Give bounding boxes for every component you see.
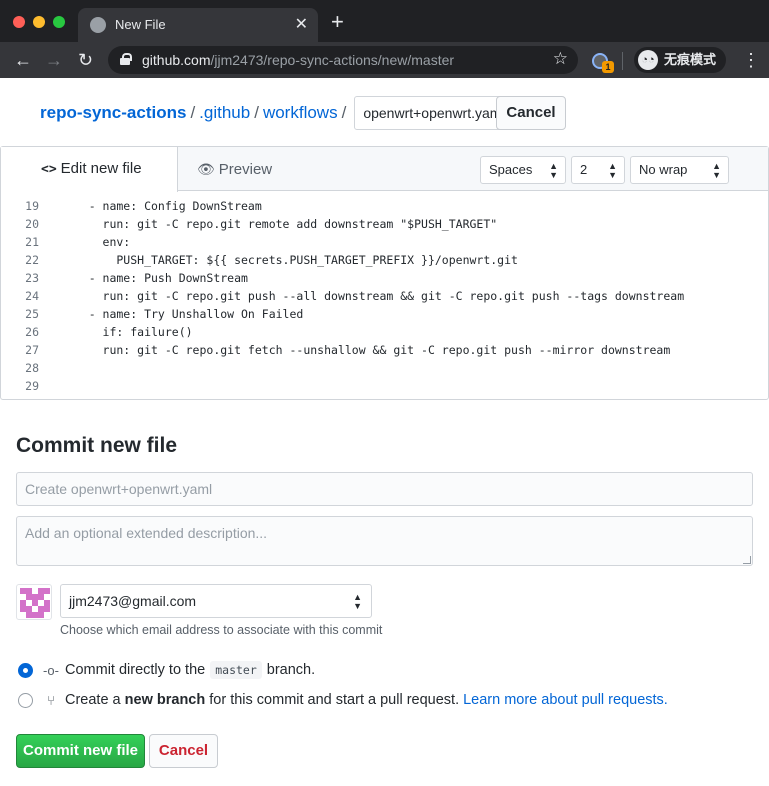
line-content[interactable]: run: git -C repo.git fetch --unshallow &… [39,341,671,359]
reload-icon[interactable]: ↻ [78,48,93,72]
cancel-edit-button[interactable]: Cancel [496,96,566,130]
breadcrumb-separator: / [341,103,347,122]
browser-tab-bar: New File ✕ + [0,0,769,42]
browser-menu-icon[interactable]: ⋮ [742,49,760,71]
line-content[interactable]: - name: Push DownStream [39,269,248,287]
close-tab-icon[interactable]: ✕ [295,14,308,34]
commit-new-file-button[interactable]: Commit new file [16,734,145,768]
indent-mode-select[interactable]: Spaces ▲ ▼ [480,156,566,184]
line-content[interactable]: run: git -C repo.git remote add downstre… [39,215,498,233]
code-line[interactable]: 19 - name: Config DownStream [1,197,768,215]
tab-edit-new-file[interactable]: <> Edit new file [1,147,178,192]
code-line[interactable]: 21 env: [1,233,768,251]
editor-header: <> Edit new file 👁 Preview Spaces ▲ ▼ 2 ▲ ▼ No… [1,147,768,192]
line-number: 20 [25,217,39,231]
line-content[interactable] [39,377,61,395]
line-content[interactable]: - name: Config DownStream [39,197,262,215]
line-content[interactable]: if: failure() [39,323,193,341]
new-branch-radio[interactable] [18,692,33,708]
commit-direct-option[interactable]: -o- Commit directly to the master branch… [18,659,315,681]
incognito-indicator[interactable]: ◔◔ 无痕模式 [634,47,727,73]
forward-arrow-icon[interactable]: → [45,48,63,72]
line-number: 27 [25,343,39,357]
learn-more-link[interactable]: Learn more about pull requests. [463,692,668,708]
line-number: 25 [25,307,39,321]
code-line[interactable]: 24 run: git -C repo.git push --all downs… [1,287,768,305]
code-line[interactable]: 27 run: git -C repo.git fetch --unshallo… [1,341,768,359]
address-bar[interactable]: github.com/jjm2473/repo-sync-actions/new… [108,46,578,74]
commit-description-input[interactable] [16,516,753,566]
eye-icon: 👁 [197,161,215,177]
branch-name-tag: master [210,661,262,679]
select-caret-icon: ▲ ▼ [608,161,617,180]
line-number: 28 [25,361,39,375]
email-note: Choose which email address to associate … [60,623,383,637]
line-number: 23 [25,271,39,285]
line-number: 24 [25,289,39,303]
github-favicon-icon [90,17,106,33]
code-line[interactable]: 28 [1,359,768,377]
code-area[interactable]: 19 - name: Config DownStream 20 run: git … [1,197,768,395]
breadcrumb-workflows-link[interactable]: workflows [263,103,338,123]
pull-request-icon: ⑂ [47,692,55,708]
incognito-icon: ◔◔ [638,50,658,70]
code-line[interactable]: 29 [1,377,768,395]
filename-input[interactable] [354,96,520,130]
email-select[interactable]: jjm2473@gmail.com ▲ ▼ [60,584,372,618]
tab-preview-label: Preview [218,161,273,178]
breadcrumb-repo-link[interactable]: repo-sync-actions [40,103,186,123]
incognito-label: 无痕模式 [664,52,717,67]
line-content[interactable] [39,359,61,377]
code-line[interactable]: 25 - name: Try Unshallow On Failed [1,305,768,323]
code-line[interactable]: 20 run: git -C repo.git remote add downs… [1,215,768,233]
close-window-button[interactable] [13,16,25,28]
select-caret-icon: ▲ ▼ [353,592,362,611]
code-icon: <> [41,162,57,177]
back-arrow-icon[interactable]: ← [14,48,32,72]
browser-toolbar: ← → ↻ github.com/jjm2473/repo-sync-actio… [0,42,769,78]
browser-tab[interactable]: New File ✕ [78,8,318,42]
lock-icon [120,53,132,65]
indent-size-select[interactable]: 2 ▲ ▼ [571,156,625,184]
breadcrumb: repo-sync-actions / .github / workflows … [40,96,520,130]
code-line[interactable]: 26 if: failure() [1,323,768,341]
line-number: 19 [25,199,39,213]
code-line[interactable]: 22 PUSH_TARGET: ${{ secrets.PUSH_TARGET_… [1,251,768,269]
commit-new-branch-option[interactable]: ⑂ Create a new branch for this commit an… [18,689,668,711]
maximize-window-button[interactable] [53,16,65,28]
minimize-window-button[interactable] [33,16,45,28]
line-number: 29 [25,379,39,393]
line-number: 26 [25,325,39,339]
textarea-resize-handle[interactable] [743,556,751,564]
breadcrumb-separator: / [190,103,196,122]
new-tab-button[interactable]: + [331,11,344,33]
toolbar-divider [622,52,623,70]
commit-direct-radio[interactable] [18,662,33,678]
commit-summary-input[interactable] [16,472,753,506]
commit-icon: -o- [43,662,59,678]
tab-edit-label: Edit new file [60,160,142,177]
avatar [16,584,52,620]
line-number: 21 [25,235,39,249]
code-line[interactable]: 23 - name: Push DownStream [1,269,768,287]
select-caret-icon: ▲ ▼ [712,161,721,180]
line-content[interactable]: run: git -C repo.git push --all downstre… [39,287,685,305]
line-number: 22 [25,253,39,267]
bookmark-star-icon[interactable]: ☆ [553,49,568,69]
line-content[interactable]: PUSH_TARGET: ${{ secrets.PUSH_TARGET_PRE… [39,251,518,269]
commit-section-title: Commit new file [16,434,178,457]
breadcrumb-github-link[interactable]: .github [199,103,250,123]
url-text[interactable]: github.com/jjm2473/repo-sync-actions/new… [142,52,454,68]
cancel-commit-button[interactable]: Cancel [149,734,218,768]
file-editor: <> Edit new file 👁 Preview Spaces ▲ ▼ 2 ▲ ▼ No… [0,146,769,400]
breadcrumb-separator: / [254,103,259,122]
tab-title: New File [115,17,166,32]
line-content[interactable]: - name: Try Unshallow On Failed [39,305,304,323]
tab-preview[interactable]: 👁 Preview [197,147,272,192]
line-content[interactable]: env: [39,233,131,251]
select-caret-icon: ▲ ▼ [549,161,558,180]
line-wrap-select[interactable]: No wrap ▲ ▼ [630,156,729,184]
extension-badge: 1 [602,61,614,73]
